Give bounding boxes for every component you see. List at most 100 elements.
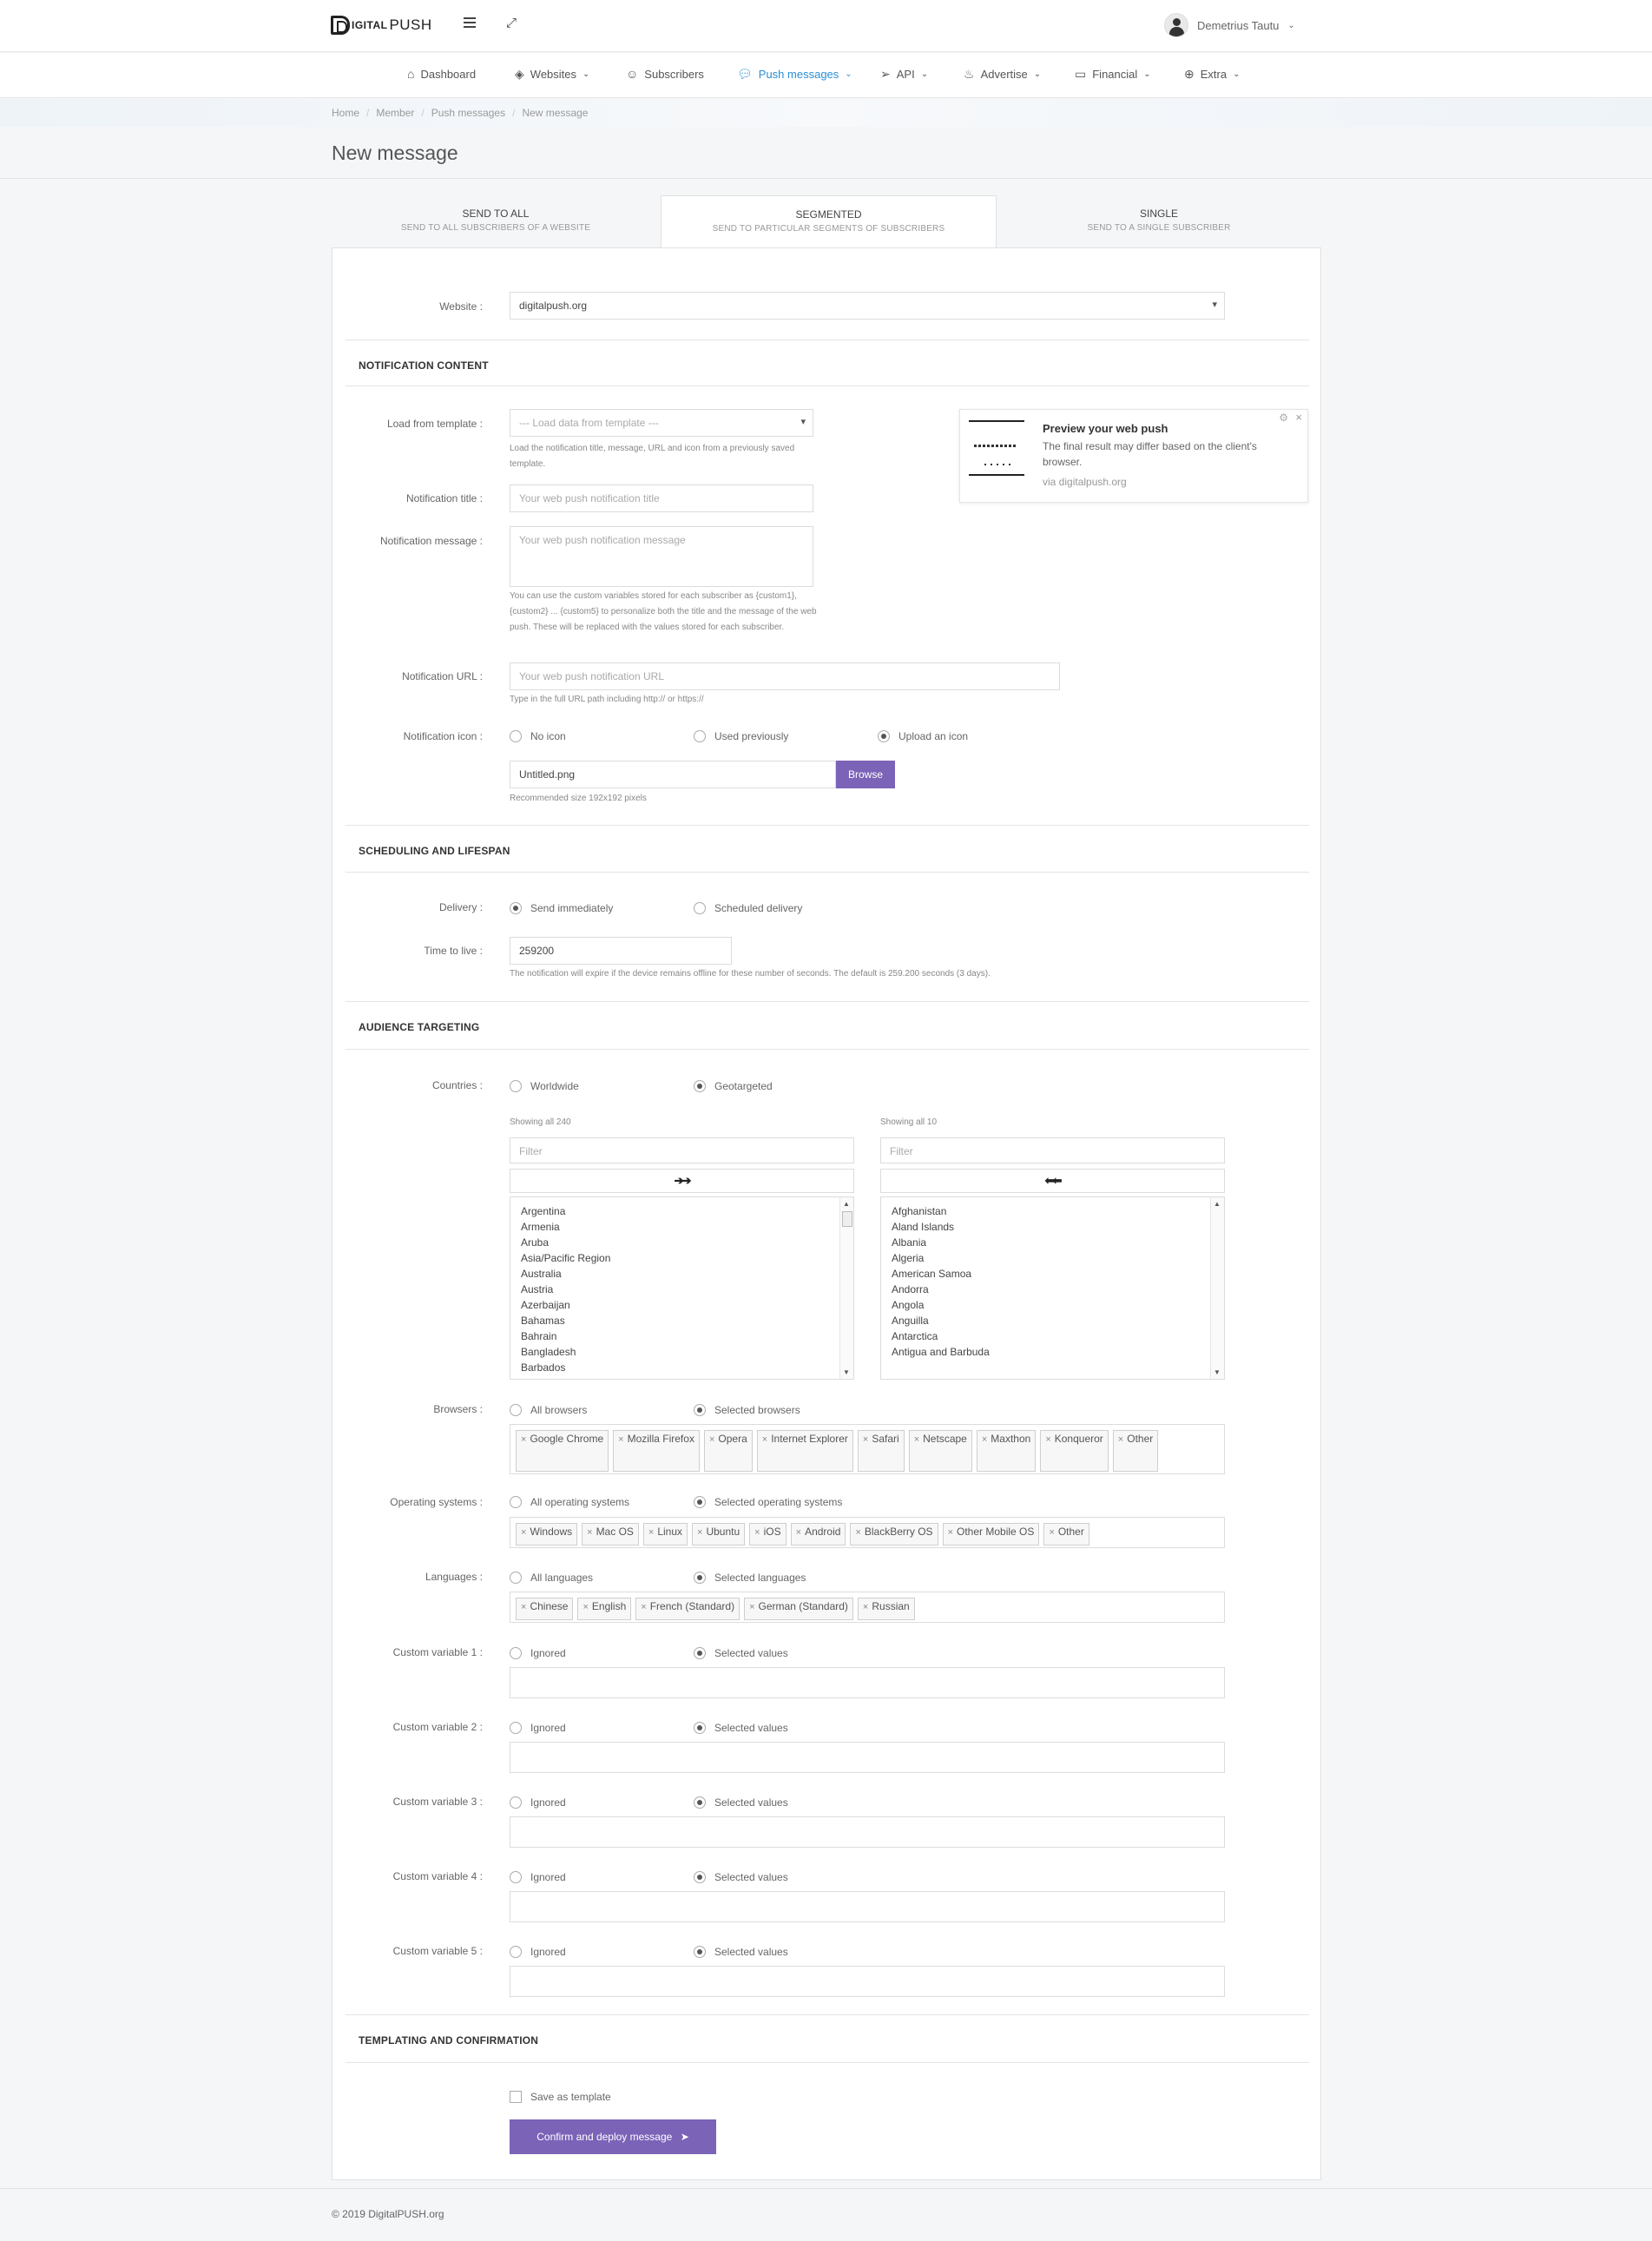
tag-chip[interactable]: × Other — [1043, 1523, 1089, 1546]
icon-option-upload[interactable]: Upload an icon — [878, 730, 968, 742]
browse-button[interactable]: Browse — [836, 761, 895, 788]
list-item[interactable]: Australia — [510, 1266, 853, 1282]
breadcrumb-member[interactable]: Member — [376, 107, 414, 119]
remove-tag-icon[interactable]: × — [587, 1527, 592, 1538]
tag-chip[interactable]: × Chinese — [516, 1598, 574, 1620]
remove-tag-icon[interactable]: × — [521, 1602, 526, 1612]
tag-chip[interactable]: × Konqueror — [1040, 1430, 1109, 1472]
list-item[interactable]: Barbados — [510, 1360, 853, 1375]
list-item[interactable]: Andorra — [881, 1282, 1224, 1297]
custom-variable-3-selected[interactable]: Selected values — [694, 1796, 788, 1809]
tag-chip[interactable]: × French (Standard) — [635, 1598, 740, 1620]
save-as-template-checkbox[interactable]: Save as template — [510, 2091, 611, 2103]
tag-chip[interactable]: × German (Standard) — [744, 1598, 853, 1620]
countries-worldwide[interactable]: Worldwide — [510, 1080, 579, 1092]
radio-button-selected[interactable] — [694, 1496, 706, 1508]
list-item[interactable]: Bangladesh — [510, 1344, 853, 1360]
breadcrumb-push-messages[interactable]: Push messages — [431, 107, 505, 119]
radio-button[interactable] — [510, 1647, 522, 1659]
remove-tag-icon[interactable]: × — [863, 1602, 868, 1612]
delivery-immediately[interactable]: Send immediately — [510, 902, 613, 914]
list-item[interactable]: Albania — [881, 1235, 1224, 1250]
os-selected[interactable]: Selected operating systems — [694, 1496, 842, 1508]
custom-variable-1-ignored[interactable]: Ignored — [510, 1647, 566, 1659]
list-item[interactable]: Argentina — [510, 1203, 853, 1219]
radio-button-selected[interactable] — [694, 1722, 706, 1734]
radio-button[interactable] — [510, 1080, 522, 1092]
gear-icon[interactable]: ⚙ — [1279, 412, 1288, 424]
icon-option-previous[interactable]: Used previously — [694, 730, 788, 742]
remove-tag-icon[interactable]: × — [648, 1527, 654, 1538]
nav-subscribers[interactable]: ☺ Subscribers — [626, 67, 704, 81]
radio-button[interactable] — [510, 1496, 522, 1508]
custom-variable-5-values-input[interactable] — [510, 1966, 1225, 1997]
custom-variable-5-ignored[interactable]: Ignored — [510, 1946, 566, 1958]
move-all-left-button[interactable]: ⬅⬅ — [880, 1169, 1225, 1193]
tab-segmented[interactable]: Segmented Send to particular segments of… — [661, 195, 997, 248]
confirm-deploy-button[interactable]: Confirm and deploy message ➤ — [510, 2119, 716, 2154]
browsers-all[interactable]: All browsers — [510, 1404, 587, 1416]
tag-chip[interactable]: × Maxthon — [976, 1430, 1037, 1472]
available-countries-list[interactable]: Argentina Armenia Aruba Asia/Pacific Region… — [510, 1196, 854, 1380]
custom-variable-2-ignored[interactable]: Ignored — [510, 1722, 566, 1734]
remove-tag-icon[interactable]: × — [709, 1434, 714, 1445]
browsers-selected[interactable]: Selected browsers — [694, 1404, 800, 1416]
list-item[interactable]: Belarus — [510, 1375, 853, 1379]
nav-api[interactable]: ➢ API ⌄ — [880, 67, 928, 82]
radio-button-selected[interactable] — [694, 1871, 706, 1883]
remove-tag-icon[interactable]: × — [641, 1602, 646, 1612]
remove-tag-icon[interactable]: × — [1049, 1527, 1054, 1538]
custom-variable-3-ignored[interactable]: Ignored — [510, 1796, 566, 1809]
radio-button-selected[interactable] — [694, 1572, 706, 1584]
list-item[interactable]: Armenia — [510, 1219, 853, 1235]
browsers-tag-input[interactable]: × Google Chrome × Mozilla Firefox × Opera × Int… — [510, 1424, 1225, 1474]
radio-button[interactable] — [510, 1796, 522, 1809]
radio-button[interactable] — [694, 902, 706, 914]
list-item[interactable]: American Samoa — [881, 1266, 1224, 1282]
notification-title-input[interactable]: Your web push notification title — [510, 484, 813, 512]
tag-chip[interactable]: × Safari — [857, 1430, 905, 1472]
tag-chip[interactable]: × Internet Explorer — [756, 1430, 853, 1472]
tag-chip[interactable]: × Russian — [857, 1598, 915, 1620]
custom-variable-4-ignored[interactable]: Ignored — [510, 1871, 566, 1883]
custom-variable-2-values-input[interactable] — [510, 1742, 1225, 1773]
tag-chip[interactable]: × Ubuntu — [692, 1523, 746, 1546]
languages-tag-input[interactable]: × Chinese × English × French (Standard) × Germa… — [510, 1592, 1225, 1623]
nav-extra[interactable]: ⊕ Extra ⌄ — [1184, 67, 1240, 82]
notification-url-input[interactable]: Your web push notification URL — [510, 662, 1060, 690]
remove-tag-icon[interactable]: × — [796, 1527, 801, 1538]
notification-message-input[interactable]: Your web push notification message — [510, 526, 813, 587]
user-menu[interactable]: Demetrius Tautu ⌄ — [1164, 13, 1295, 37]
list-item[interactable]: Austria — [510, 1282, 853, 1297]
tag-chip[interactable]: × Other Mobile OS — [942, 1523, 1040, 1546]
close-icon[interactable]: × — [1295, 411, 1302, 424]
fullscreen-icon[interactable]: ⤢ — [506, 16, 517, 30]
logo[interactable]: IGITAL PUSH — [331, 16, 432, 35]
remove-tag-icon[interactable]: × — [1118, 1434, 1123, 1445]
template-select[interactable]: --- Load data from template --- — [510, 409, 813, 437]
checkbox[interactable] — [510, 2091, 522, 2103]
radio-button[interactable] — [510, 1404, 522, 1416]
list-item[interactable]: Algeria — [881, 1250, 1224, 1266]
tab-send-to-all[interactable]: Send to all Send to all subscribers of a… — [332, 195, 660, 247]
radio-button-selected[interactable] — [694, 1647, 706, 1659]
remove-tag-icon[interactable]: × — [863, 1434, 868, 1445]
icon-file-input[interactable]: Untitled.png — [510, 761, 836, 788]
website-select[interactable]: digitalpush.org — [510, 292, 1225, 320]
custom-variable-4-selected[interactable]: Selected values — [694, 1871, 788, 1883]
tag-chip[interactable]: × Netscape — [908, 1430, 972, 1472]
remove-tag-icon[interactable]: × — [1045, 1434, 1050, 1445]
remove-tag-icon[interactable]: × — [618, 1434, 623, 1445]
remove-tag-icon[interactable]: × — [749, 1602, 754, 1612]
tag-chip[interactable]: × English — [577, 1598, 632, 1620]
radio-button[interactable] — [510, 1946, 522, 1958]
radio-button-selected[interactable] — [694, 1404, 706, 1416]
remove-tag-icon[interactable]: × — [582, 1602, 588, 1612]
tag-chip[interactable]: × Mac OS — [582, 1523, 639, 1546]
remove-tag-icon[interactable]: × — [982, 1434, 987, 1445]
list-item[interactable]: Antarctica — [881, 1328, 1224, 1344]
tag-chip[interactable]: × Mozilla Firefox — [613, 1430, 700, 1472]
scrollbar[interactable]: ▲ ▼ — [839, 1197, 853, 1379]
remove-tag-icon[interactable]: × — [914, 1434, 919, 1445]
radio-button-selected[interactable] — [694, 1946, 706, 1958]
